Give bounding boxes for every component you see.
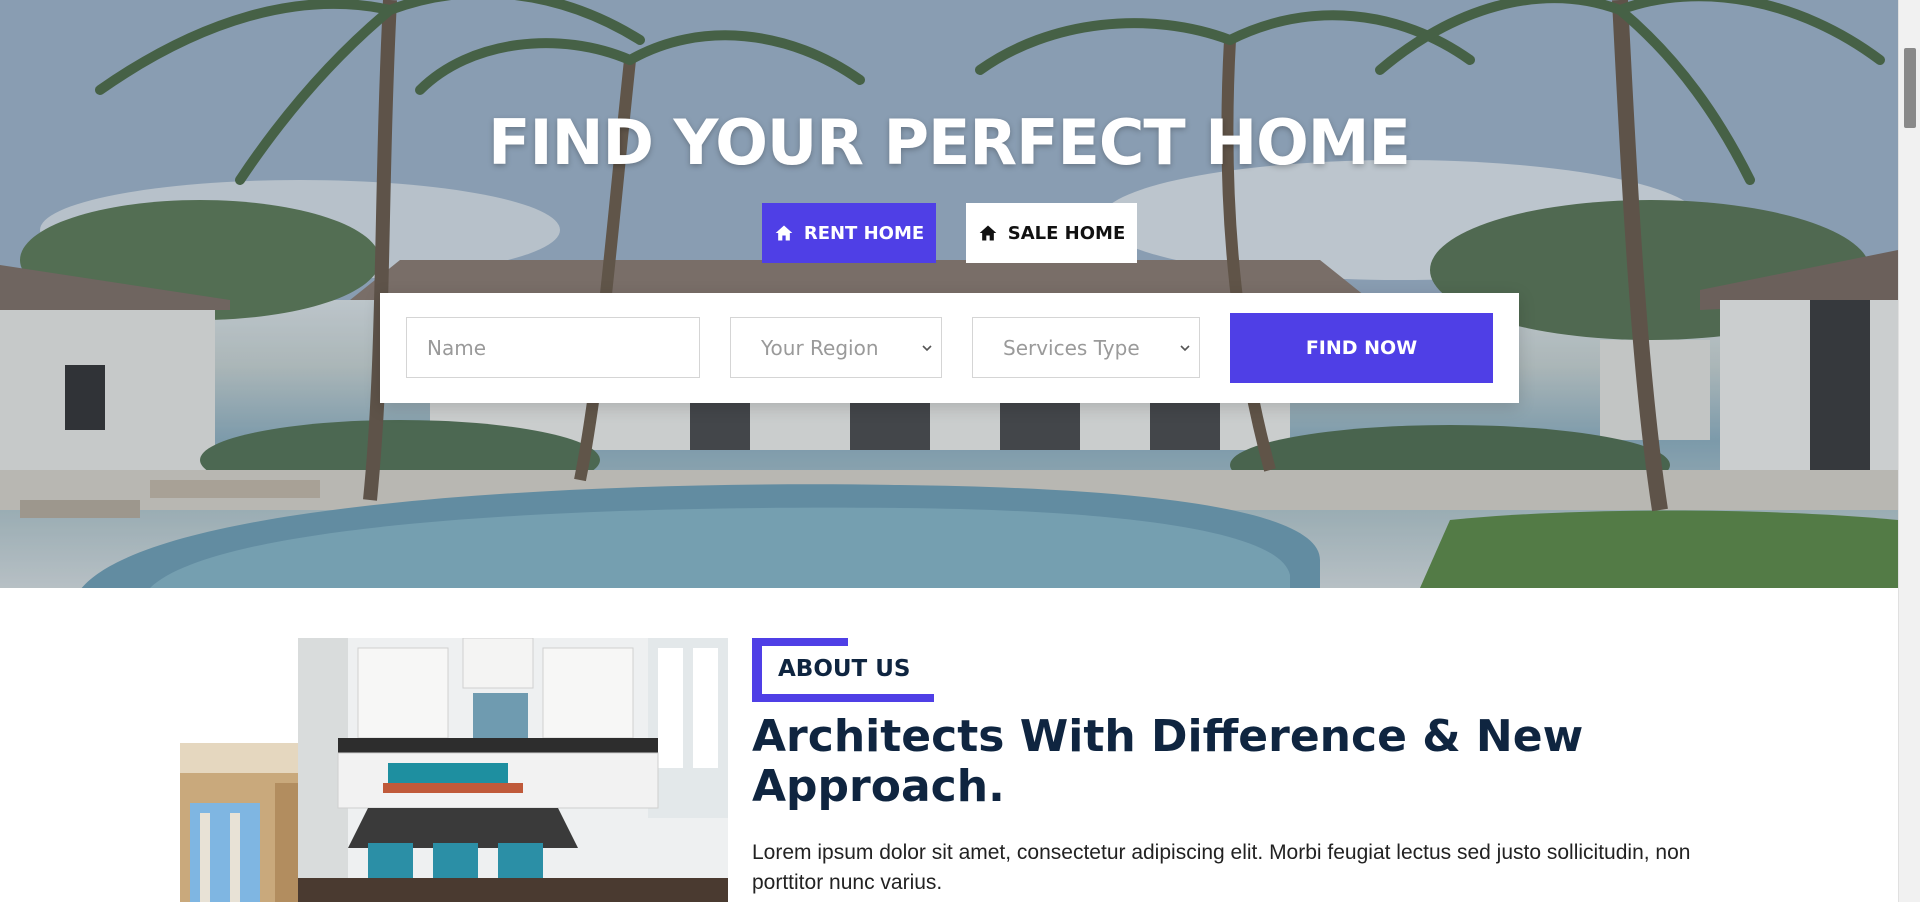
about-us-label: ABOUT US [778, 656, 911, 682]
badge-accent-top [752, 638, 848, 646]
tab-sale-home[interactable]: SALE HOME [966, 203, 1137, 263]
name-input-placeholder: Name [427, 335, 487, 360]
search-form: Name Your Region Services Type FIND NOW [380, 293, 1519, 403]
home-icon [775, 225, 793, 241]
about-us-badge: ABOUT US [752, 638, 934, 702]
tab-rent-home[interactable]: RENT HOME [762, 203, 936, 263]
tab-rent-home-label: RENT HOME [803, 222, 925, 244]
home-icon [979, 225, 997, 241]
page-scrollbar[interactable] [1898, 0, 1920, 902]
chevron-down-icon [922, 345, 932, 352]
badge-accent-bottom [752, 694, 934, 702]
about-heading: Architects With Difference & New Approac… [752, 711, 1584, 812]
service-type-select[interactable]: Services Type [972, 317, 1200, 378]
about-image-kitchen [298, 638, 728, 902]
name-input[interactable]: Name [406, 317, 700, 378]
find-now-button[interactable]: FIND NOW [1230, 313, 1493, 383]
scrollbar-thumb[interactable] [1904, 48, 1916, 128]
hero-section: FIND YOUR PERFECT HOME RENT HOME SALE HO… [0, 0, 1898, 588]
service-type-select-value: Services Type [1003, 335, 1140, 360]
region-select-value: Your Region [761, 335, 879, 360]
about-description: Lorem ipsum dolor sit amet, consectetur … [752, 841, 1691, 894]
region-select[interactable]: Your Region [730, 317, 942, 378]
badge-accent-left [752, 638, 762, 702]
tab-sale-home-label: SALE HOME [1007, 222, 1126, 244]
hero-title: FIND YOUR PERFECT HOME [488, 106, 1411, 179]
chevron-down-icon [1180, 345, 1190, 352]
